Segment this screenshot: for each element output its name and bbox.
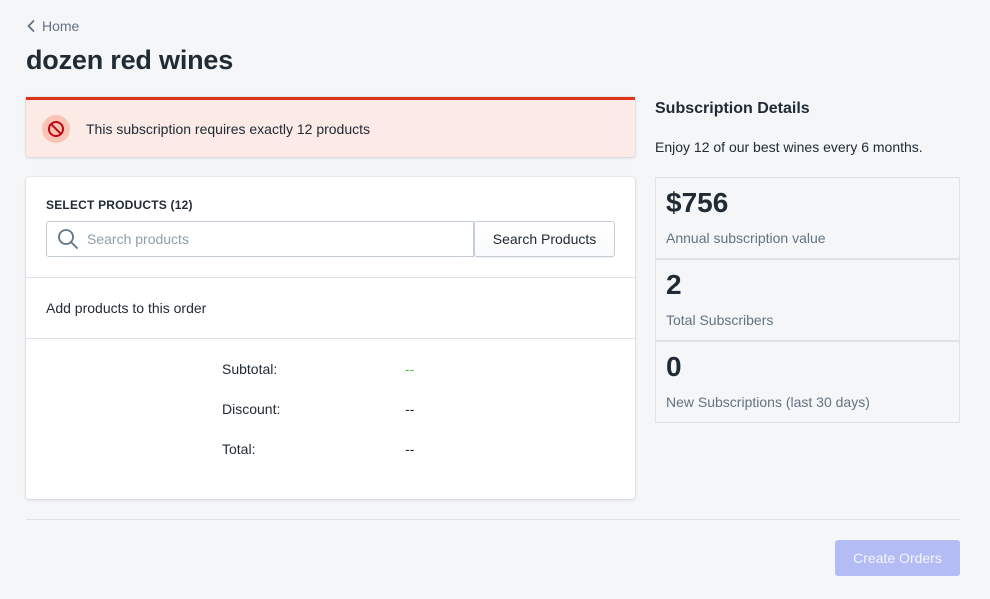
- total-value: --: [405, 441, 415, 457]
- breadcrumb[interactable]: Home: [26, 18, 79, 34]
- stat-total-subscribers: 2 Total Subscribers: [655, 259, 960, 341]
- divider: [26, 277, 635, 278]
- subscription-description: Enjoy 12 of our best wines every 6 month…: [655, 139, 923, 155]
- stat-label: Annual subscription value: [666, 230, 826, 246]
- stat-new-subscriptions: 0 New Subscriptions (last 30 days): [655, 341, 960, 423]
- page-title: dozen red wines: [26, 45, 234, 75]
- circle-slash-icon: [42, 114, 70, 143]
- stat-value: 2: [666, 269, 682, 300]
- products-card-label: SELECT PRODUCTS (12): [46, 198, 193, 212]
- products-card: SELECT PRODUCTS (12) Search Products Add…: [26, 177, 635, 499]
- search-products-button[interactable]: Search Products: [474, 221, 615, 257]
- empty-products-message: Add products to this order: [46, 300, 207, 316]
- banner-message: This subscription requires exactly 12 pr…: [86, 120, 371, 137]
- stat-value: $756: [666, 187, 729, 218]
- subtotal-label: Subtotal:: [222, 361, 278, 377]
- discount-label: Discount:: [222, 401, 281, 417]
- stat-label: Total Subscribers: [666, 312, 774, 328]
- total-label: Total:: [222, 441, 256, 457]
- footer-divider: [26, 519, 960, 520]
- search-icon: [58, 229, 78, 249]
- chevron-left-icon: [27, 20, 35, 32]
- breadcrumb-home-link[interactable]: Home: [42, 18, 79, 34]
- error-banner: This subscription requires exactly 12 pr…: [26, 97, 635, 157]
- subtotal-value: --: [405, 361, 415, 377]
- divider: [26, 338, 635, 339]
- create-orders-button[interactable]: Create Orders: [835, 540, 960, 576]
- discount-value: --: [405, 401, 415, 417]
- search-input[interactable]: [87, 231, 473, 247]
- stat-value: 0: [666, 351, 682, 382]
- stat-label: New Subscriptions (last 30 days): [666, 394, 870, 410]
- search-field[interactable]: [46, 221, 474, 257]
- stat-annual-value: $756 Annual subscription value: [655, 177, 960, 259]
- subscription-details-title: Subscription Details: [655, 100, 810, 117]
